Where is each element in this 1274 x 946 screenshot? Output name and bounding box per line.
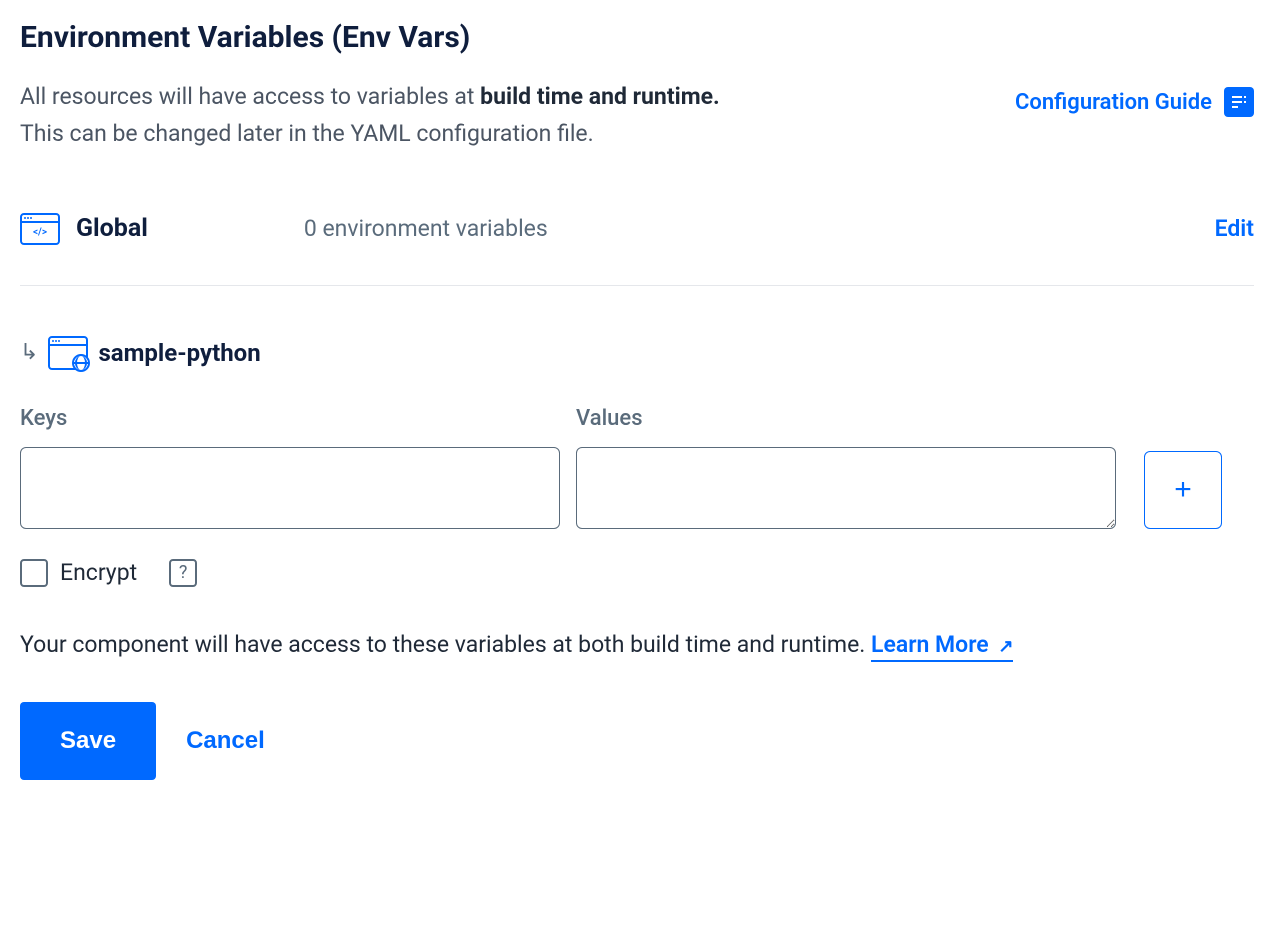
component-header: ↳ sample-python [20,336,1254,370]
description-text: All resources will have access to variab… [20,79,720,153]
info-text: Your component will have access to these… [20,631,1254,658]
encrypt-checkbox[interactable] [20,559,48,587]
encrypt-label: Encrypt [60,559,137,586]
component-name: sample-python [98,339,260,367]
encrypt-row: Encrypt ? [20,559,1254,587]
configuration-guide-label: Configuration Guide [1015,90,1212,115]
add-button[interactable]: + [1144,451,1222,529]
component-icon [48,336,88,370]
button-row: Save Cancel [20,702,1254,780]
cancel-button[interactable]: Cancel [186,727,265,755]
guide-icon [1224,87,1254,117]
global-label: Global [76,214,148,243]
external-link-icon: ↗ [998,636,1013,657]
plus-icon: + [1174,473,1192,507]
global-section: </> Global 0 environment variables Edit [20,213,1254,286]
keys-input[interactable] [20,447,560,529]
description-line2: This can be changed later in the YAML co… [20,120,594,147]
keys-form-group: Keys [20,406,560,529]
keys-label: Keys [20,406,560,431]
edit-link[interactable]: Edit [1215,215,1254,242]
env-var-form-row: Keys Values + [20,406,1254,529]
global-icon: </> [20,213,60,245]
values-form-group: Values [576,406,1116,529]
page-title: Environment Variables (Env Vars) [20,20,1254,55]
values-label: Values [576,406,1116,431]
learn-more-link[interactable]: Learn More ↗ [871,631,1013,662]
global-env-count: 0 environment variables [304,215,548,242]
description-prefix: All resources will have access to variab… [20,83,480,110]
header-row: All resources will have access to variab… [20,79,1254,153]
help-icon[interactable]: ? [169,559,197,587]
configuration-guide-link[interactable]: Configuration Guide [1015,87,1254,117]
description-bold: build time and runtime. [480,83,720,110]
child-arrow-icon: ↳ [20,340,38,365]
values-input[interactable] [576,447,1116,529]
info-text-content: Your component will have access to these… [20,631,871,658]
save-button[interactable]: Save [20,702,156,780]
